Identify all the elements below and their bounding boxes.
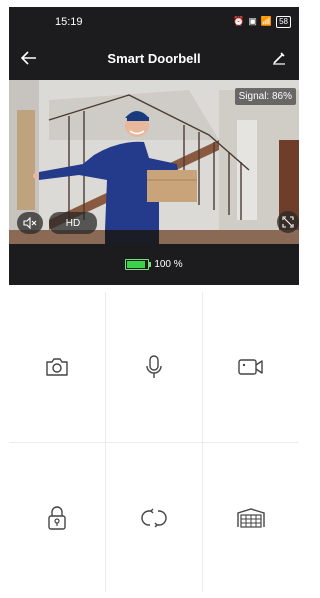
talk-button[interactable] bbox=[106, 292, 202, 442]
edit-icon bbox=[273, 52, 285, 65]
battery-icon bbox=[125, 259, 152, 270]
video-record-icon bbox=[238, 359, 263, 375]
camera-icon bbox=[46, 358, 68, 376]
signal-strength-badge: Signal: 86% bbox=[234, 88, 296, 105]
snapshot-button[interactable] bbox=[9, 292, 105, 442]
lock-icon bbox=[48, 506, 66, 530]
back-arrow-icon bbox=[21, 51, 36, 65]
status-icons: ⏰ ▣ 📶 58 bbox=[233, 15, 291, 28]
app-header: Smart Doorbell bbox=[9, 36, 299, 80]
speaker-muted-icon bbox=[23, 217, 37, 229]
battery-fill bbox=[127, 261, 146, 268]
record-button[interactable] bbox=[203, 292, 299, 442]
action-grid bbox=[9, 292, 299, 592]
page-title: Smart Doorbell bbox=[107, 50, 201, 66]
fullscreen-icon bbox=[282, 216, 294, 228]
signal-icon: 📶 bbox=[260, 16, 273, 26]
battery-level-text: 100 % bbox=[154, 259, 183, 270]
refresh-icon bbox=[141, 508, 167, 528]
battery-status: 58 bbox=[276, 15, 291, 28]
gate-button[interactable] bbox=[203, 443, 299, 593]
quality-toggle-button[interactable]: HD bbox=[49, 212, 97, 234]
hd-icon: ▣ bbox=[248, 16, 257, 26]
status-time: 15:19 bbox=[55, 15, 83, 28]
fullscreen-button[interactable] bbox=[277, 211, 299, 233]
live-video-feed[interactable]: Signal: 86% HD bbox=[9, 80, 299, 244]
refresh-button[interactable] bbox=[106, 443, 202, 593]
gate-icon bbox=[237, 508, 265, 528]
microphone-icon bbox=[146, 355, 162, 378]
edit-button[interactable] bbox=[259, 51, 299, 65]
mute-button[interactable] bbox=[17, 212, 43, 234]
back-button[interactable] bbox=[9, 51, 49, 65]
device-battery-bar: 100 % bbox=[9, 244, 299, 285]
status-bar: 15:19 ⏰ ▣ 📶 58 bbox=[9, 7, 299, 36]
unlock-button[interactable] bbox=[9, 443, 105, 593]
alarm-icon: ⏰ bbox=[233, 16, 245, 26]
